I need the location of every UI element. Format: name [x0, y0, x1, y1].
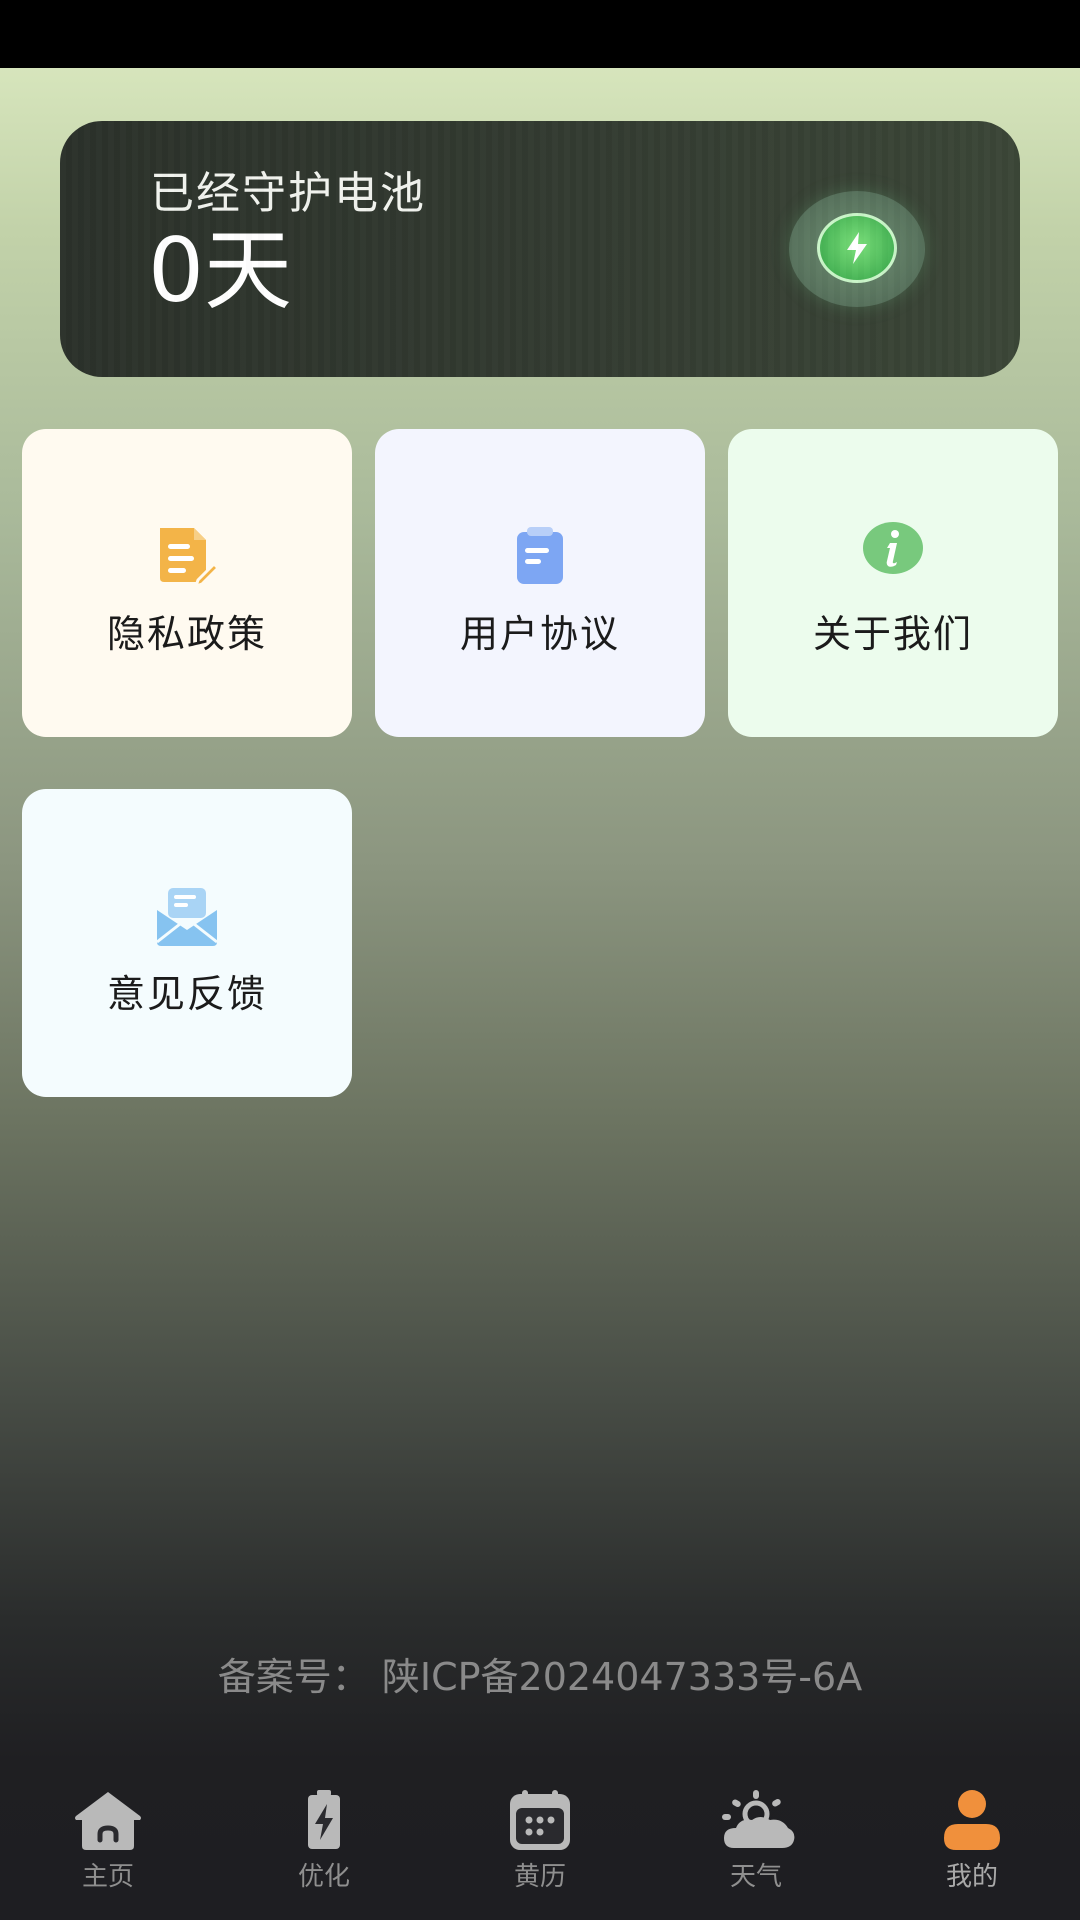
nav-item-home[interactable]: 主页: [0, 1770, 216, 1920]
nav-item-almanac[interactable]: 黄历: [432, 1770, 648, 1920]
privacy-policy-label: 隐私政策: [106, 612, 267, 656]
status-bar: [0, 0, 1080, 68]
battery-bolt-icon: [286, 1788, 362, 1852]
nav-label-almanac: 黄历: [513, 1862, 566, 1892]
nav-label-optimize: 优化: [297, 1862, 350, 1892]
nav-item-weather[interactable]: 天气: [648, 1770, 864, 1920]
weather-icon: [718, 1788, 795, 1852]
nav-label-weather: 天气: [729, 1862, 782, 1892]
mail-icon: [154, 884, 220, 950]
battery-guard-card: 已经守护电池 0天: [60, 121, 1020, 377]
battery-orb-icon: [789, 191, 925, 307]
guard-days-count: 0天: [148, 219, 292, 322]
lightning-icon: [817, 213, 897, 283]
privacy-policy-tile[interactable]: 隐私政策: [22, 429, 352, 737]
guard-title: 已经守护电池: [150, 168, 426, 219]
icp-record-text: 备案号： 陕ICP备2024047333号-6A: [217, 1655, 863, 1699]
about-us-label: 关于我们: [812, 612, 973, 656]
document-edit-icon: [154, 524, 221, 590]
calendar-icon: [502, 1788, 578, 1852]
nav-item-mine[interactable]: 我的: [864, 1770, 1080, 1920]
bottom-nav: 主页 优化 黄历 天气 我的: [0, 1770, 1080, 1920]
app-screen: 已经守护电池 0天 隐私政策 用户协议 关于我们 意见反馈 备案号： 陕ICP备…: [0, 0, 1080, 1920]
user-agreement-label: 用户协议: [459, 612, 620, 656]
feedback-label: 意见反馈: [106, 972, 267, 1016]
nav-item-optimize[interactable]: 优化: [216, 1770, 432, 1920]
user-icon: [934, 1788, 1010, 1852]
info-icon: [860, 515, 926, 581]
nav-label-home: 主页: [81, 1862, 134, 1892]
user-agreement-tile[interactable]: 用户协议: [375, 429, 705, 737]
home-icon: [70, 1788, 146, 1852]
clipboard-icon: [507, 524, 573, 590]
feedback-tile[interactable]: 意见反馈: [22, 789, 352, 1097]
nav-label-mine: 我的: [945, 1862, 998, 1892]
about-us-tile[interactable]: 关于我们: [728, 429, 1058, 737]
